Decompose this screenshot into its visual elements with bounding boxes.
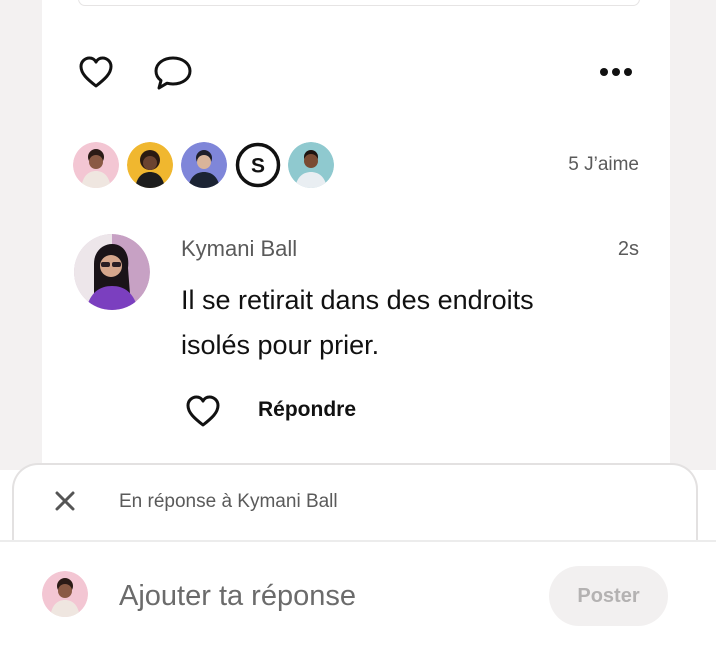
reply-context-text: En réponse à Kymani Ball	[119, 491, 338, 512]
speech-bubble-icon	[154, 56, 192, 90]
comment-author-name[interactable]: Kymani Ball	[181, 236, 297, 262]
comment-button[interactable]	[151, 52, 195, 94]
likes-count[interactable]: 5 J’aime	[540, 154, 639, 176]
more-horizontal-icon	[600, 68, 632, 76]
background-right	[670, 0, 716, 470]
liker-avatar-2[interactable]	[127, 142, 173, 188]
more-options-button[interactable]	[596, 60, 636, 84]
post-media-edge	[78, 0, 640, 6]
background-left	[0, 0, 42, 470]
liker-avatar-5[interactable]	[288, 142, 334, 188]
like-button[interactable]	[76, 52, 116, 92]
reply-input[interactable]	[106, 574, 539, 618]
liker-initial: S	[251, 155, 265, 178]
current-user-avatar	[42, 571, 88, 617]
close-icon	[55, 491, 75, 511]
comment-timestamp: 2s	[617, 238, 639, 260]
reply-button[interactable]: Répondre	[258, 398, 356, 422]
liker-avatar-1[interactable]	[73, 142, 119, 188]
heart-outline-icon	[79, 56, 113, 88]
heart-outline-icon	[186, 395, 220, 427]
comment-text: Il se retirait dans des endroits isolés …	[181, 285, 534, 360]
liker-avatar-3[interactable]	[181, 142, 227, 188]
cancel-reply-button[interactable]	[50, 486, 80, 516]
post-button[interactable]: Poster	[549, 566, 668, 626]
comment-author-avatar[interactable]	[74, 234, 150, 310]
comment-like-button[interactable]	[183, 392, 223, 430]
liker-avatar-initial[interactable]: S	[235, 142, 281, 188]
